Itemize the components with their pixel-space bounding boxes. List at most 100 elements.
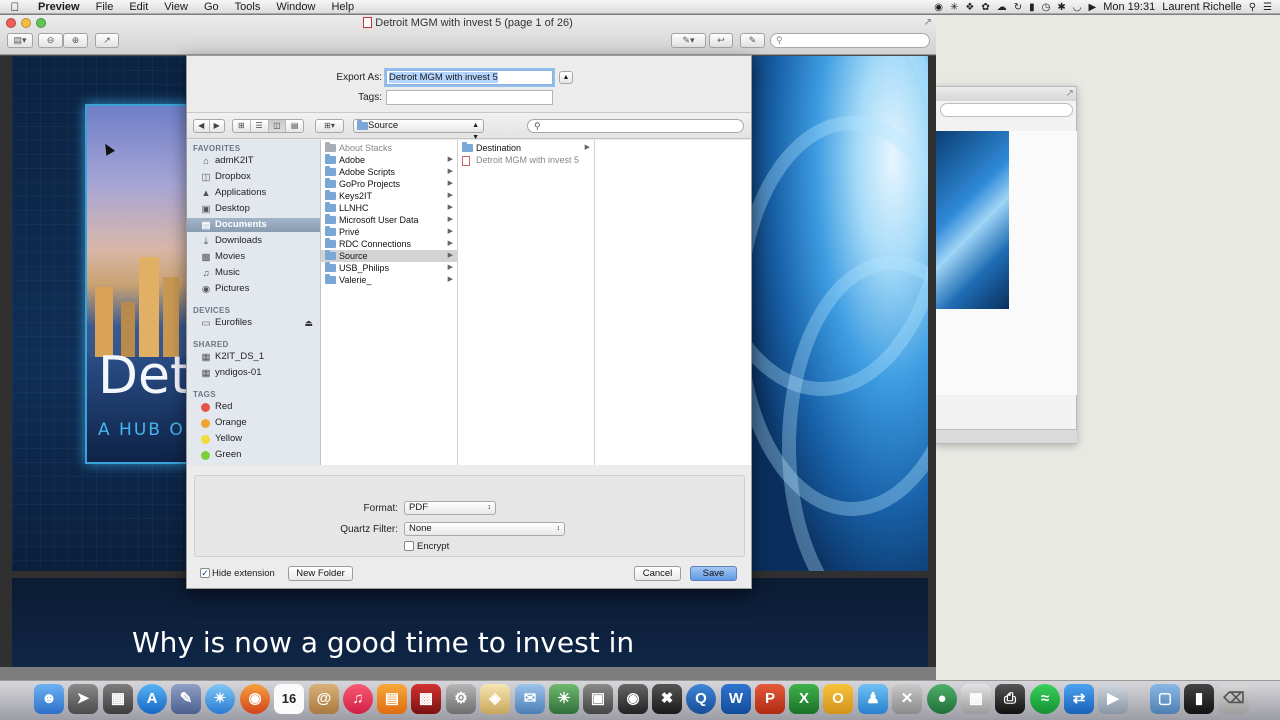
sidebar-tag-orange[interactable]: Orange [187,416,320,430]
finder-icon[interactable]: ☻ [34,684,64,714]
tags-input[interactable] [386,90,553,105]
hide-extension-checkbox[interactable]: ✓ [200,568,210,578]
iphoto-icon[interactable]: ☀ [549,684,579,714]
coverflow-view-icon[interactable]: ▤ [286,120,303,132]
list-item[interactable]: Adobe ▶ [321,154,457,166]
export-as-input[interactable]: Detroit MGM with invest 5 [386,70,553,85]
back-arrow-icon[interactable]: ◀ [194,120,210,132]
zoom-in-button[interactable]: ⊕ [63,33,88,48]
list-item[interactable]: About Stacks [321,142,457,154]
menu-go[interactable]: Go [196,1,227,13]
list-item[interactable]: Keys2IT ▶ [321,190,457,202]
list-item[interactable]: Valerie_ ▶ [321,274,457,286]
creative-cloud-icon[interactable]: ☁ [997,2,1007,13]
mail-icon[interactable]: ✉ [515,684,545,714]
back-forward-control[interactable]: ◀ ▶ [193,119,225,133]
screen-sharing-icon[interactable]: ▣ [583,684,613,714]
dialog-search-field[interactable]: ⚲ [527,119,744,133]
list-item[interactable]: Privé ▶ [321,226,457,238]
list-item[interactable]: Adobe Scripts ▶ [321,166,457,178]
outlook-icon[interactable]: O [823,684,853,714]
calendar-icon[interactable]: 16 [274,684,304,714]
cancel-button[interactable]: Cancel [634,566,681,581]
safari-icon[interactable]: ✴ [205,684,235,714]
view-mode-control[interactable]: ⊞ ☰ ◫ ▤ [232,119,304,133]
applications-folder-icon[interactable]: ▢ [1150,684,1180,714]
menu-edit[interactable]: Edit [121,1,156,13]
location-popup[interactable]: Source ▲ ▼ [353,119,484,141]
printer-icon[interactable]: ⎙ [995,684,1025,714]
photo-booth-icon[interactable]: ▩ [411,684,441,714]
record-icon[interactable]: ◉ [934,2,943,13]
lync-icon[interactable]: ♟ [858,684,888,714]
app-store-icon[interactable]: A [137,684,167,714]
list-item[interactable]: LLNHC ▶ [321,202,457,214]
encrypt-checkbox[interactable] [404,541,414,551]
menu-view[interactable]: View [156,1,196,13]
film-editor-icon[interactable]: ✖ [652,684,682,714]
list-view-icon[interactable]: ☰ [251,120,269,132]
column-view-icon[interactable]: ◫ [268,120,287,132]
sidebar-item-downloads[interactable]: ⤓ Downloads [187,234,320,248]
arrange-button[interactable]: ⊞▾ [315,119,344,133]
network-icon[interactable]: ● [927,684,957,714]
spotlight-icon[interactable]: ⚲ [1249,2,1256,13]
quicktime-icon[interactable]: Q [686,684,716,714]
launchpad-icon[interactable]: ➤ [68,684,98,714]
background-window-titlebar[interactable] [936,87,1076,101]
markup-button[interactable]: ✎▾ [671,33,706,48]
ibooks-icon[interactable]: ▤ [377,684,407,714]
sidebar-item-desktop[interactable]: ▣ Desktop [187,202,320,216]
sidebar-item-eurofiles[interactable]: ▭ Eurofiles ⏏ [187,316,320,330]
apple-menu-icon[interactable]:  [0,0,30,14]
sidebar-item-yndigos-01[interactable]: ▦ yndigos-01 [187,366,320,380]
gear-icon[interactable]: ✳ [950,2,958,13]
bluetooth-icon[interactable]: ✱ [1057,2,1065,13]
rotate-button[interactable]: ↩ [709,33,733,48]
sidebar-item-k2it-ds-1[interactable]: ▦ K2IT_DS_1 [187,350,320,364]
forward-arrow-icon[interactable]: ▶ [210,120,225,132]
itunes-icon[interactable]: ♫ [343,684,373,714]
remote-desktop-icon[interactable]: ▶ [1098,684,1128,714]
image-capture-icon[interactable]: ◉ [618,684,648,714]
terminal-icon[interactable]: ▮ [1184,684,1214,714]
battery-monitor-icon[interactable]: ▮ [1029,2,1035,13]
sync-icon[interactable]: ↻ [1014,2,1022,13]
fullscreen-icon[interactable]: ↗ [1066,88,1074,99]
quartz-filter-popup[interactable]: None ↕ [404,522,565,536]
evernote-icon[interactable]: ✿ [981,2,989,13]
preview-titlebar[interactable]: Detroit MGM with invest 5 (page 1 of 26)… [0,15,936,55]
view-menu-button[interactable]: ▤▾ [7,33,33,48]
sidebar-tag-yellow[interactable]: Yellow [187,432,320,446]
contacts-icon[interactable]: @ [309,684,339,714]
menu-help[interactable]: Help [323,1,362,13]
menubar-clock[interactable]: Mon 19:31 [1103,1,1155,13]
icon-view-icon[interactable]: ⊞ [233,120,251,132]
volume-icon[interactable]: ▶ [1089,2,1097,13]
excel-icon[interactable]: X [789,684,819,714]
format-popup[interactable]: PDF ↕ [404,501,496,515]
background-window[interactable]: ↗ [935,86,1077,444]
dropbox-icon[interactable]: ❖ [965,2,974,13]
menu-window[interactable]: Window [268,1,323,13]
menu-tools[interactable]: Tools [227,1,269,13]
expand-dialog-button[interactable]: ▲ [559,71,573,84]
background-window-search[interactable] [940,103,1073,117]
menubar-user[interactable]: Laurent Richelle [1162,1,1242,13]
trash-icon[interactable]: ⌫ [1219,684,1249,714]
menu-preview[interactable]: Preview [30,1,88,13]
teamviewer-icon[interactable]: ⇄ [1064,684,1094,714]
fullscreen-icon[interactable]: ↗ [924,17,932,28]
sidebar-tag-green[interactable]: Green [187,448,320,462]
menu-file[interactable]: File [88,1,122,13]
word-icon[interactable]: W [721,684,751,714]
save-button[interactable]: Save [690,566,737,581]
list-item-selected[interactable]: Source ▶ [321,250,457,262]
sidebar-tag-red[interactable]: Red [187,400,320,414]
new-folder-button[interactable]: New Folder [288,566,353,581]
eject-icon[interactable]: ⏏ [304,316,313,330]
sidebar-item-documents[interactable]: ▤ Documents [187,218,320,232]
list-item[interactable]: RDC Connections ▶ [321,238,457,250]
sidebar-item-music[interactable]: ♫ Music [187,266,320,280]
wifi-icon[interactable]: ◡ [1073,2,1082,13]
